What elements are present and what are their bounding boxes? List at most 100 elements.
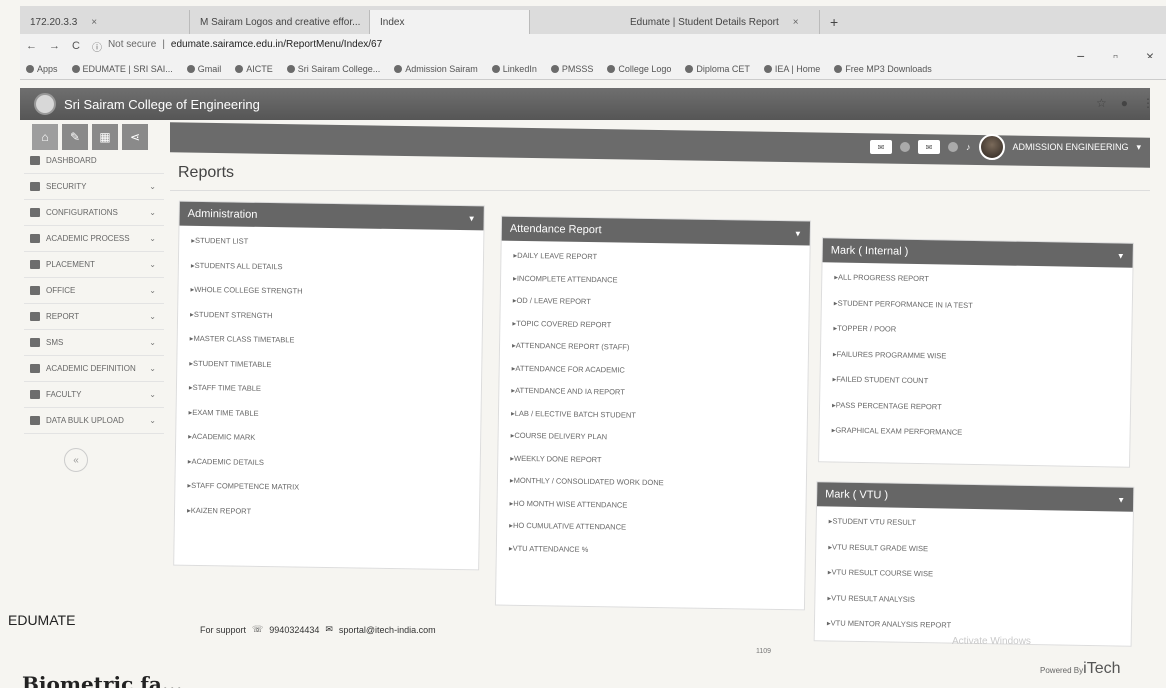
mail-icon[interactable]: ✉	[870, 140, 892, 154]
bookmark-label: AICTE	[246, 63, 273, 74]
bookmark-label: Diploma CET	[696, 63, 750, 74]
bookmark-star-icon[interactable]: ☆	[1096, 96, 1107, 110]
chevron-down-icon: ⌄	[149, 286, 156, 295]
sidebar-item-label: DASHBOARD	[46, 156, 97, 165]
sidebar-item-faculty[interactable]: FACULTY ⌄	[24, 382, 164, 408]
report-list: ALL PROGRESS REPORT STUDENT PERFORMANCE …	[819, 262, 1132, 456]
chevron-down-icon: ⌄	[149, 416, 156, 425]
forward-icon[interactable]: →	[49, 40, 60, 52]
bookmark-iea[interactable]: IEA | Home	[763, 64, 820, 74]
activate-windows-watermark: Activate Windows	[952, 636, 1031, 647]
bookmark-label: Apps	[37, 63, 58, 74]
message-badge	[948, 142, 958, 152]
tab-label: Index	[380, 16, 405, 28]
sidebar-item-sms[interactable]: SMS ⌄	[24, 330, 164, 356]
bookmark-college-logo[interactable]: College Logo	[607, 64, 671, 74]
globe-icon	[763, 64, 772, 73]
grid-icon[interactable]: ▦	[92, 124, 118, 150]
headphones-icon	[834, 64, 843, 73]
bookmark-linkedin[interactable]: LinkedIn	[491, 64, 537, 74]
app-header: Sri Sairam College of Engineering	[20, 88, 1150, 120]
linkedin-icon	[491, 64, 500, 73]
close-tab-icon[interactable]: ×	[91, 17, 97, 28]
browser-tab[interactable]: M Sairam Logos and creative effor...×	[190, 10, 370, 34]
powered-by: Powered ByiTech	[1040, 660, 1121, 678]
sidebar-item-label: DATA BULK UPLOAD	[46, 416, 124, 425]
panel-header[interactable]: Attendance Report ▼	[501, 216, 811, 246]
bookmark-pmsss[interactable]: PMSSS	[550, 64, 593, 74]
browser-tab[interactable]: Edumate | Student Details Report ×	[620, 10, 820, 34]
home-icon[interactable]: ⌂	[32, 124, 58, 150]
close-tab-icon[interactable]: ×	[793, 17, 799, 28]
reload-icon[interactable]: C	[72, 40, 80, 52]
report-link[interactable]: VTU ATTENDANCE %	[509, 543, 805, 570]
browser-tab[interactable]: Index	[370, 10, 530, 34]
info-icon: ⓘ	[91, 42, 102, 54]
sidebar-item-report[interactable]: REPORT ⌄	[24, 304, 164, 330]
bookmark-mp3[interactable]: Free MP3 Downloads	[834, 64, 932, 74]
edit-icon[interactable]: ✎	[62, 124, 88, 150]
attendance-report-panel: Attendance Report ▼ DAILY LEAVE REPORT IN…	[494, 215, 812, 611]
chevron-down-icon: ⌄	[149, 208, 156, 217]
panel-title: Mark ( Internal )	[830, 244, 909, 258]
itech-brand: iTech	[1083, 660, 1121, 677]
sidebar-item-security[interactable]: SECURITY ⌄	[24, 174, 164, 200]
globe-icon	[286, 64, 295, 73]
menu-icon[interactable]: ⋮	[1142, 96, 1154, 110]
support-email[interactable]: sportal@itech-india.com	[339, 625, 436, 635]
report-link[interactable]: KAIZEN REPORT	[187, 505, 479, 534]
share-icon[interactable]: ⋖	[122, 124, 148, 150]
sidebar-item-label: SMS	[46, 338, 64, 347]
edumate-brand: EDUMATE	[8, 612, 76, 628]
bookmark-edumate[interactable]: EDUMATE | SRI SAI...	[71, 64, 173, 74]
avatar[interactable]	[978, 134, 1005, 160]
bookmark-aicte[interactable]: AICTE	[235, 64, 273, 74]
bookmark-gmail[interactable]: Gmail	[186, 64, 221, 74]
address-bar: ← → C ⓘ Not secure | edumate.sairamce.ed…	[20, 34, 1166, 58]
report-list: STUDENT LIST STUDENTS ALL DETAILS WHOLE …	[175, 226, 484, 535]
bookmark-sairam[interactable]: Sri Sairam College...	[286, 64, 380, 74]
sidebar-item-data-bulk-upload[interactable]: DATA BULK UPLOAD ⌄	[24, 408, 164, 434]
sidebar-item-office[interactable]: OFFICE ⌄	[24, 278, 164, 304]
panel-title: Mark ( VTU )	[825, 488, 889, 502]
extension-icon[interactable]: ●	[1121, 96, 1128, 110]
chevron-down-icon: ⌄	[149, 390, 156, 399]
monitor-icon	[30, 208, 40, 217]
caret-down-icon[interactable]: ▼	[794, 229, 802, 238]
url-field[interactable]: ⓘ Not secure | edumate.sairamce.edu.in/R…	[92, 39, 382, 54]
sidebar-item-label: REPORT	[46, 312, 80, 321]
globe-icon	[394, 64, 403, 73]
bookmark-label: College Logo	[618, 63, 672, 74]
sidebar-item-academic-definition[interactable]: ACADEMIC DEFINITION ⌄	[24, 356, 164, 382]
panel-header[interactable]: Administration ▼	[179, 201, 484, 231]
caret-down-icon[interactable]: ▼	[468, 214, 476, 223]
back-icon[interactable]: ←	[26, 40, 37, 52]
sidebar-item-academic-process[interactable]: ACADEMIC PROCESS ⌄	[24, 226, 164, 252]
page-title: Reports	[178, 164, 235, 181]
envelope-icon: ✉	[325, 624, 333, 634]
sidebar-item-placement[interactable]: PLACEMENT ⌄	[24, 252, 164, 278]
bookmark-admission[interactable]: Admission Sairam	[394, 64, 478, 74]
sidebar-item-configurations[interactable]: CONFIGURATIONS ⌄	[24, 200, 164, 226]
sidebar-collapse-button[interactable]: «	[64, 448, 88, 472]
administration-panel: Administration ▼ STUDENT LIST STUDENTS AL…	[173, 200, 485, 571]
chevron-down-icon[interactable]: ▾	[1137, 142, 1142, 153]
support-label: For support	[200, 624, 247, 635]
sidebar-item-dashboard[interactable]: DASHBOARD	[24, 148, 164, 174]
bell-icon[interactable]: ♪	[966, 142, 971, 152]
bookmarks-bar: Apps EDUMATE | SRI SAI... Gmail AICTE Sr…	[20, 58, 1166, 80]
browser-tab[interactable]: 172.20.3.3 ×	[20, 10, 190, 34]
report-link[interactable]: GRAPHICAL EXAM PERFORMANCE	[831, 425, 1129, 456]
bookmark-diploma-cet[interactable]: Diploma CET	[685, 64, 750, 74]
sidebar-item-label: PLACEMENT	[46, 260, 95, 269]
security-label: Not secure	[107, 38, 157, 50]
caret-down-icon[interactable]: ▼	[1117, 495, 1125, 504]
message-icon[interactable]: ✉	[918, 140, 940, 154]
gmail-icon	[186, 64, 195, 73]
user-name[interactable]: ADMISSION ENGINEERING	[1013, 142, 1129, 152]
new-tab-button[interactable]: +	[820, 10, 848, 34]
college-logo	[34, 93, 56, 115]
bookmark-apps[interactable]: Apps	[26, 64, 58, 74]
caret-down-icon[interactable]: ▼	[1117, 251, 1125, 260]
url-text: edumate.sairamce.edu.in/ReportMenu/Index…	[170, 38, 383, 50]
